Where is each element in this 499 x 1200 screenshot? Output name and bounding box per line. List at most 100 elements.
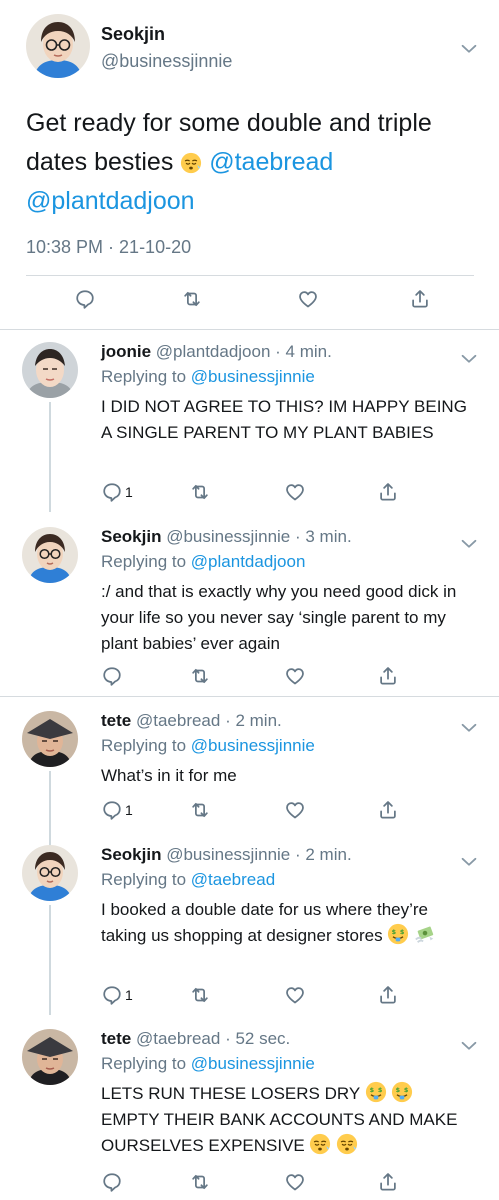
mention-link[interactable]: @plantdadjoon (26, 187, 195, 215)
user-handle[interactable]: @plantdadjoon (156, 342, 271, 361)
chevron-down-icon[interactable] (458, 348, 480, 370)
reply-header: Seokjin @businessjinnie · 3 min. (101, 527, 352, 547)
like-button[interactable] (297, 288, 319, 310)
reply-count: 1 (125, 802, 133, 818)
chevron-down-icon[interactable] (458, 533, 480, 555)
worried-face-emoji (180, 147, 202, 169)
retweet-button[interactable] (189, 799, 211, 821)
chevron-down-icon[interactable] (458, 717, 480, 739)
reply-tweet[interactable]: tete @taebread · 2 min. Replying to @bus… (0, 711, 499, 849)
share-button[interactable] (377, 665, 399, 687)
like-button[interactable] (284, 1171, 306, 1193)
reply-button[interactable] (101, 665, 125, 687)
reply-text: LETS RUN THESE LOSERS DRY EMPTY THEIR BA… (101, 1081, 471, 1159)
reply-time[interactable]: · 4 min. (275, 342, 332, 361)
user-handle[interactable]: @taebread (136, 711, 220, 730)
avatar[interactable] (22, 527, 78, 583)
mention-link[interactable]: @businessjinnie (191, 367, 315, 386)
like-icon (284, 1171, 306, 1193)
chevron-down-icon[interactable] (458, 851, 480, 873)
reply-tweet[interactable]: joonie @plantdadjoon · 4 min. Replying t… (0, 342, 499, 512)
reply-time[interactable]: · 2 min. (225, 711, 282, 730)
retweet-icon (189, 1171, 211, 1193)
retweet-button[interactable] (181, 288, 203, 310)
user-handle[interactable]: @businessjinnie (101, 51, 232, 72)
avatar[interactable] (26, 14, 90, 78)
user-handle[interactable]: @taebread (136, 1029, 220, 1048)
replying-to: Replying to @plantdadjoon (101, 552, 305, 572)
display-name[interactable]: Seokjin (101, 24, 165, 45)
like-icon (284, 481, 306, 503)
worried-face-emoji (336, 1133, 358, 1155)
tweet-actions: 1 (0, 984, 499, 1006)
share-icon (377, 665, 399, 687)
share-button[interactable] (377, 799, 399, 821)
reply-text-body: EMPTY THEIR BANK ACCOUNTS AND MAKE OURSE… (101, 1110, 458, 1155)
reply-text: What’s in it for me (101, 766, 237, 785)
reply-tweet[interactable]: Seokjin @businessjinnie · 2 min. Replyin… (0, 845, 499, 1015)
avatar[interactable] (22, 342, 78, 398)
reply-icon (101, 984, 123, 1006)
reply-tweet[interactable]: Seokjin @businessjinnie · 3 min. Replyin… (0, 527, 499, 687)
chevron-down-icon[interactable] (458, 38, 480, 60)
share-button[interactable] (377, 481, 399, 503)
reply-time[interactable]: · 52 sec. (225, 1029, 290, 1048)
mention-link[interactable]: @businessjinnie (191, 1054, 315, 1073)
display-name[interactable]: joonie (101, 342, 151, 361)
reply-text: :/ and that is exactly why you need good… (101, 582, 457, 653)
money-mouth-face-emoji (391, 1081, 413, 1103)
reply-text-body: LETS RUN THESE LOSERS DRY (101, 1084, 365, 1103)
reply-time[interactable]: · 3 min. (295, 527, 352, 546)
avatar[interactable] (22, 711, 78, 767)
avatar[interactable] (22, 845, 78, 901)
share-button[interactable] (409, 288, 431, 310)
retweet-button[interactable] (189, 665, 211, 687)
mention-link[interactable]: @taebread (209, 148, 333, 176)
reply-text: I DID NOT AGREE TO THIS? IM HAPPY BEING … (101, 397, 467, 442)
like-button[interactable] (284, 481, 306, 503)
user-handle[interactable]: @businessjinnie (166, 845, 290, 864)
retweet-button[interactable] (189, 481, 211, 503)
display-name[interactable]: tete (101, 711, 131, 730)
reply-header: Seokjin @businessjinnie · 2 min. (101, 845, 352, 865)
mention-link[interactable]: @taebread (191, 870, 275, 889)
reply-icon (101, 799, 123, 821)
like-button[interactable] (284, 984, 306, 1006)
tweet-timestamp[interactable]: 10:38 PM · 21-10-20 (26, 237, 191, 258)
display-name[interactable]: Seokjin (101, 845, 161, 864)
retweet-icon (181, 288, 203, 310)
reply-header: tete @taebread · 2 min. (101, 711, 282, 731)
share-icon (377, 984, 399, 1006)
reply-button[interactable] (101, 1171, 125, 1193)
reply-button[interactable] (74, 288, 96, 310)
replying-to-label: Replying to (101, 367, 187, 386)
reply-button[interactable]: 1 (101, 984, 133, 1006)
mention-link[interactable]: @businessjinnie (191, 736, 315, 755)
share-button[interactable] (377, 984, 399, 1006)
like-button[interactable] (284, 799, 306, 821)
reply-button[interactable]: 1 (101, 481, 133, 503)
replying-to: Replying to @businessjinnie (101, 736, 315, 756)
reply-tweet[interactable]: tete @taebread · 52 sec. Replying to @bu… (0, 1029, 499, 1197)
reply-icon (101, 665, 123, 687)
share-button[interactable] (377, 1171, 399, 1193)
reply-icon (74, 288, 96, 310)
like-button[interactable] (284, 665, 306, 687)
tweet-actions: 1 (0, 481, 499, 503)
retweet-button[interactable] (189, 1171, 211, 1193)
replying-to-label: Replying to (101, 552, 187, 571)
mention-link[interactable]: @plantdadjoon (191, 552, 306, 571)
money-with-wings-emoji (414, 923, 436, 945)
retweet-button[interactable] (189, 984, 211, 1006)
chevron-down-icon[interactable] (458, 1035, 480, 1057)
reply-count: 1 (125, 484, 133, 500)
user-handle[interactable]: @businessjinnie (166, 527, 290, 546)
like-icon (284, 984, 306, 1006)
display-name[interactable]: Seokjin (101, 527, 161, 546)
retweet-icon (189, 481, 211, 503)
reply-time[interactable]: · 2 min. (295, 845, 352, 864)
reply-button[interactable]: 1 (101, 799, 133, 821)
display-name[interactable]: tete (101, 1029, 131, 1048)
like-icon (297, 288, 319, 310)
avatar[interactable] (22, 1029, 78, 1085)
